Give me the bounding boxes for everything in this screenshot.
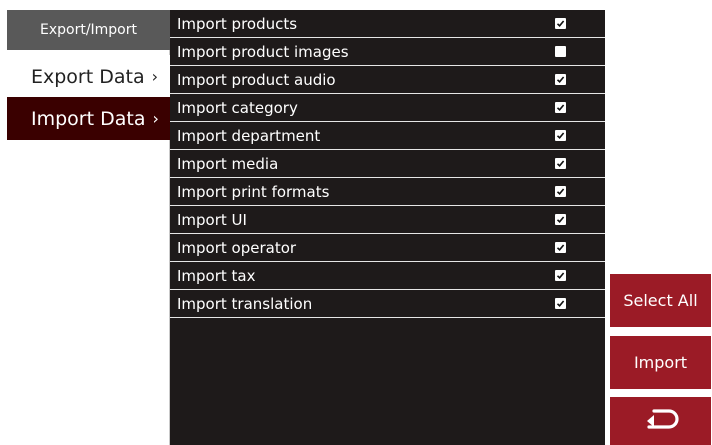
return-arrow-icon: [643, 407, 679, 435]
checkbox[interactable]: [555, 130, 566, 141]
list-item-label: Import operator: [177, 238, 297, 257]
check-icon: [556, 216, 565, 223]
list-item-label: Import UI: [177, 210, 247, 229]
checkbox[interactable]: [555, 102, 566, 113]
list-item[interactable]: Import UI: [170, 206, 605, 234]
check-icon: [556, 132, 565, 139]
sidebar-item-label: Import Data: [31, 107, 146, 130]
checkbox[interactable]: [555, 74, 566, 85]
list-item[interactable]: Import product images: [170, 38, 605, 66]
list-item-label: Import product audio: [177, 70, 336, 89]
check-icon: [556, 20, 565, 27]
checkbox[interactable]: [555, 214, 566, 225]
list-item-label: Import print formats: [177, 182, 330, 201]
checkbox[interactable]: [555, 186, 566, 197]
list-item-label: Import tax: [177, 266, 256, 285]
check-icon: [556, 244, 565, 251]
list-item-label: Import translation: [177, 294, 313, 313]
check-icon: [556, 76, 565, 83]
list-item-label: Import media: [177, 154, 279, 173]
back-button[interactable]: [610, 397, 711, 445]
list-item-label: Import products: [177, 14, 298, 33]
check-icon: [556, 272, 565, 279]
sidebar-item-export-data[interactable]: Export Data ›: [7, 55, 170, 98]
list-item[interactable]: Import media: [170, 150, 605, 178]
checkbox[interactable]: [555, 158, 566, 169]
list-item[interactable]: Import category: [170, 94, 605, 122]
check-icon: [556, 160, 565, 167]
sidebar-item-import-data[interactable]: Import Data ›: [7, 97, 170, 140]
checkbox[interactable]: [555, 298, 566, 309]
list-item[interactable]: Import operator: [170, 234, 605, 262]
checkbox[interactable]: [555, 18, 566, 29]
list-item-label: Import product images: [177, 42, 349, 61]
sidebar-item-label: Export Data: [31, 65, 145, 88]
list-item[interactable]: Import tax: [170, 262, 605, 290]
list-item-label: Import category: [177, 98, 298, 117]
list-item[interactable]: Import products: [170, 10, 605, 38]
checkbox[interactable]: [555, 270, 566, 281]
list-item-label: Import department: [177, 126, 321, 145]
import-button[interactable]: Import: [610, 336, 711, 389]
list-item[interactable]: Import translation: [170, 290, 605, 318]
check-icon: [556, 300, 565, 307]
check-icon: [556, 104, 565, 111]
list-item[interactable]: Import product audio: [170, 66, 605, 94]
select-all-button[interactable]: Select All: [610, 274, 711, 327]
checkbox[interactable]: [555, 46, 566, 57]
chevron-right-icon: ›: [152, 109, 159, 128]
check-icon: [556, 188, 565, 195]
sidebar: Export/Import Export Data › Import Data …: [7, 10, 170, 445]
list-item[interactable]: Import print formats: [170, 178, 605, 206]
checkbox[interactable]: [555, 242, 566, 253]
list-item[interactable]: Import department: [170, 122, 605, 150]
import-options-list: Import products Import product images Im…: [170, 10, 605, 445]
chevron-right-icon: ›: [151, 67, 159, 86]
sidebar-header: Export/Import: [7, 10, 170, 50]
